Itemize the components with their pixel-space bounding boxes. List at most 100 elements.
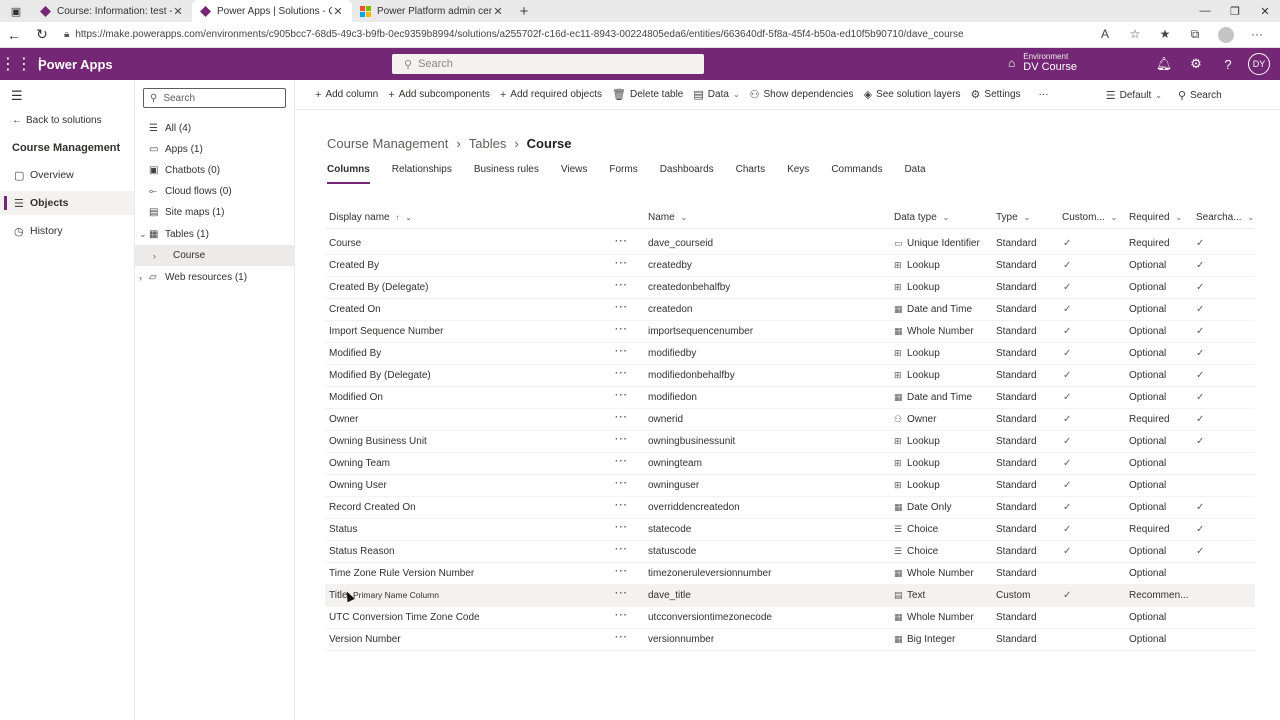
show-dependencies-button[interactable]: ⚇ Show dependencies: [750, 88, 854, 101]
tree-item-cloud-flows[interactable]: ⟜ Cloud flows (0): [135, 181, 294, 202]
tab-charts[interactable]: Charts: [736, 164, 765, 184]
add-subcomponents-button[interactable]: + Add subcomponents: [388, 89, 490, 101]
row-more-actions-button[interactable]: ···: [615, 324, 628, 335]
chevron-right-icon[interactable]: ›: [139, 273, 149, 283]
cell-display-name[interactable]: Created By: [329, 260, 379, 271]
settings-button[interactable]: ⚙ Settings: [971, 88, 1021, 101]
header-data-type[interactable]: Data type ⌄: [894, 212, 949, 223]
help-icon[interactable]: ?: [1212, 57, 1244, 72]
row-more-actions-button[interactable]: ···: [615, 434, 628, 445]
close-window-icon[interactable]: ✕: [1250, 0, 1280, 22]
row-more-actions-button[interactable]: ···: [615, 566, 628, 577]
table-row[interactable]: Created On createdon Standard Optional ▦ Date…: [325, 299, 1255, 321]
tab-columns[interactable]: Columns: [327, 164, 370, 184]
row-more-actions-button[interactable]: ···: [615, 522, 628, 533]
tree-item-chatbots[interactable]: ▣ Chatbots (0): [135, 160, 294, 181]
app-name[interactable]: Power Apps: [38, 57, 113, 72]
refresh-icon[interactable]: ↻: [28, 26, 56, 43]
header-customizable[interactable]: Custom... ⌄: [1062, 212, 1117, 223]
row-more-actions-button[interactable]: ···: [615, 478, 628, 489]
row-more-actions-button[interactable]: ···: [615, 346, 628, 357]
nav-item-overview[interactable]: ▢ Overview: [0, 163, 134, 187]
table-row[interactable]: UTC Conversion Time Zone Code utcconversi…: [325, 607, 1255, 629]
cell-display-name[interactable]: Modified On: [329, 392, 383, 403]
column-search-input[interactable]: ⚲ Search: [1178, 89, 1268, 102]
tree-item-site-maps[interactable]: ▤ Site maps (1): [135, 202, 294, 223]
row-more-actions-button[interactable]: ···: [615, 610, 628, 621]
global-search-input[interactable]: ⚲ Search: [392, 54, 704, 74]
cell-display-name[interactable]: Version Number: [329, 634, 401, 645]
tab-commands[interactable]: Commands: [831, 164, 882, 184]
cell-display-name[interactable]: Modified By: [329, 348, 381, 359]
back-arrow-icon[interactable]: ←: [0, 27, 28, 43]
row-more-actions-button[interactable]: ···: [615, 280, 628, 291]
cell-display-name[interactable]: Owner: [329, 414, 358, 425]
table-row[interactable]: Modified By modifiedby Standard Optional ⊞ Lo…: [325, 343, 1255, 365]
collections-icon[interactable]: ⧉: [1180, 27, 1210, 43]
row-more-actions-button[interactable]: ···: [615, 412, 628, 423]
table-row[interactable]: Owner ownerid Standard Required ⚇ Owner ··· ✓ ✓: [325, 409, 1255, 431]
breadcrumb-tables[interactable]: Tables: [469, 136, 507, 151]
table-row[interactable]: Course dave_courseid Standard Required ▭ Uniq…: [325, 233, 1255, 255]
table-row[interactable]: Created By (Delegate) createdonbehalfby St…: [325, 277, 1255, 299]
cell-display-name[interactable]: Owning User: [329, 480, 387, 491]
row-more-actions-button[interactable]: ···: [615, 368, 628, 379]
tree-item-tables[interactable]: ⌄ ▦ Tables (1): [135, 224, 294, 245]
table-row[interactable]: Title dave_title Custom Recommen... ▤ Text ···…: [325, 585, 1255, 607]
row-more-actions-button[interactable]: ···: [615, 456, 628, 467]
row-more-actions-button[interactable]: ···: [615, 544, 628, 555]
tab-relationships[interactable]: Relationships: [392, 164, 452, 184]
gear-icon[interactable]: ⚙: [1180, 56, 1212, 72]
add-column-button[interactable]: + Add column: [315, 89, 378, 101]
cell-display-name[interactable]: UTC Conversion Time Zone Code: [329, 612, 480, 623]
more-icon[interactable]: ···: [1242, 27, 1272, 43]
breadcrumb-solution[interactable]: Course Management: [327, 136, 448, 151]
cell-display-name[interactable]: Import Sequence Number: [329, 326, 444, 337]
chevron-right-icon[interactable]: ›: [153, 251, 163, 261]
table-row[interactable]: Time Zone Rule Version Number timezonerul…: [325, 563, 1255, 585]
browser-profile-avatar[interactable]: [1218, 26, 1234, 43]
browser-tab-admin-center[interactable]: Power Platform admin center ✕: [352, 0, 512, 22]
environment-picker[interactable]: ⌂ Environment DV Course: [1008, 52, 1077, 73]
cell-display-name[interactable]: Owning Business Unit: [329, 436, 427, 447]
tree-item-course[interactable]: › Course: [135, 245, 294, 266]
table-row[interactable]: Import Sequence Number importsequencenumb…: [325, 321, 1255, 343]
cell-display-name[interactable]: Status Reason: [329, 546, 395, 557]
data-menu-button[interactable]: ▤ Data ⌄: [693, 88, 739, 101]
tab-actions-icon[interactable]: ▣: [0, 0, 32, 22]
tree-item-web-resources[interactable]: › ▱ Web resources (1): [135, 267, 294, 288]
cell-display-name[interactable]: Created On: [329, 304, 381, 315]
read-aloud-icon[interactable]: A: [1090, 27, 1120, 43]
row-more-actions-button[interactable]: ···: [615, 632, 628, 643]
table-row[interactable]: Owning Team owningteam Standard Optional ⊞ Lo…: [325, 453, 1255, 475]
table-row[interactable]: Modified By (Delegate) modifiedonbehalfby…: [325, 365, 1255, 387]
cell-display-name[interactable]: Created By (Delegate): [329, 282, 429, 293]
cell-display-name[interactable]: Course: [329, 238, 361, 249]
browser-tab-solutions[interactable]: Power Apps | Solutions - Course ✕: [192, 0, 352, 22]
table-row[interactable]: Owning User owninguser Standard Optional ⊞ Lo…: [325, 475, 1255, 497]
minimize-icon[interactable]: —: [1190, 0, 1220, 22]
view-selector[interactable]: ☰ Default ⌄: [1106, 89, 1162, 102]
table-row[interactable]: Version Number versionnumber Standard Optio…: [325, 629, 1255, 651]
cell-display-name[interactable]: Status: [329, 524, 357, 535]
nav-item-objects[interactable]: ☰ Objects: [0, 191, 134, 215]
close-tab-icon[interactable]: ✕: [492, 5, 504, 18]
tab-dashboards[interactable]: Dashboards: [660, 164, 714, 184]
object-search-input[interactable]: ⚲ Search: [143, 88, 286, 108]
favorite-add-icon[interactable]: ☆: [1120, 27, 1150, 43]
table-row[interactable]: Modified On modifiedon Standard Optional ▦ Da…: [325, 387, 1255, 409]
tab-data[interactable]: Data: [904, 164, 925, 184]
browser-tab-course-info[interactable]: Course: Information: test - Power ✕: [32, 0, 192, 22]
more-commands-button[interactable]: ···: [1039, 89, 1049, 100]
cell-display-name[interactable]: Time Zone Rule Version Number: [329, 568, 474, 579]
url-field[interactable]: 🔒︎ https://make.powerapps.com/environmen…: [64, 25, 1090, 45]
header-display-name[interactable]: Display name ↑ ⌄: [329, 212, 412, 223]
table-row[interactable]: Status statecode Standard Required ☰ Choice ··…: [325, 519, 1255, 541]
cell-display-name[interactable]: Record Created On: [329, 502, 416, 513]
close-tab-icon[interactable]: ✕: [172, 5, 184, 18]
header-searchable[interactable]: Searcha... ⌄: [1196, 212, 1254, 223]
row-more-actions-button[interactable]: ···: [615, 588, 628, 599]
tab-business-rules[interactable]: Business rules: [474, 164, 539, 184]
close-tab-icon[interactable]: ✕: [332, 5, 344, 18]
table-row[interactable]: Owning Business Unit owningbusinessunit St…: [325, 431, 1255, 453]
